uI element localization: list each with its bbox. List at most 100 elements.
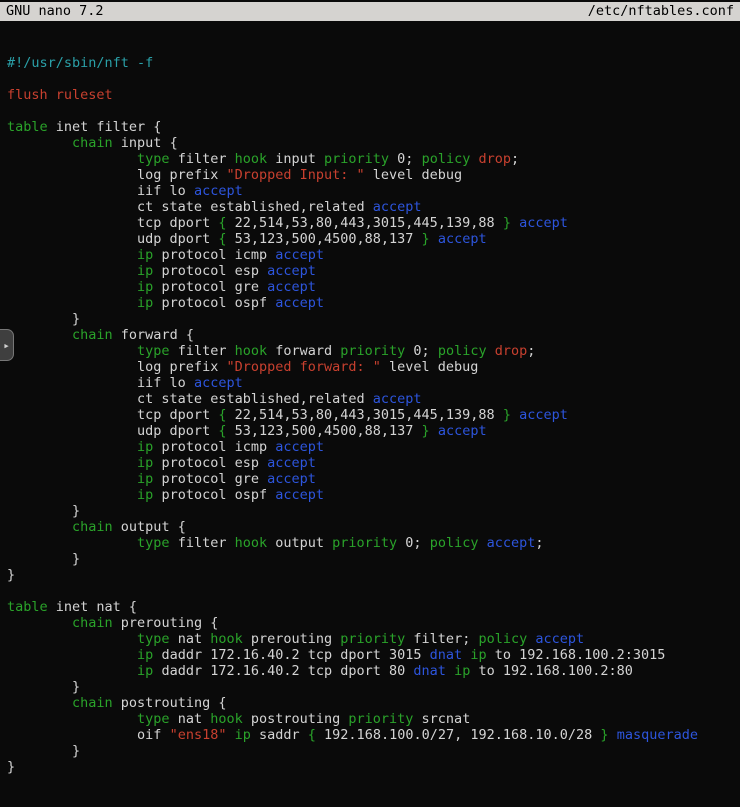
code-token: tcp dport bbox=[7, 407, 218, 423]
code-token: #!/usr/sbin/nft -f bbox=[7, 55, 153, 71]
code-line: chain input { bbox=[7, 135, 740, 151]
code-line: iif lo accept bbox=[7, 183, 740, 199]
code-token: "Dropped Input: " bbox=[226, 167, 364, 183]
code-line: } bbox=[7, 551, 740, 567]
code-token: accept bbox=[535, 631, 584, 647]
code-line: oif "ens18" ip saddr { 192.168.100.0/27,… bbox=[7, 727, 740, 743]
code-token: filter bbox=[170, 343, 235, 359]
terminal-window: { "titlebar": { "app": "GNU nano 7.2", "… bbox=[0, 0, 740, 749]
code-token bbox=[7, 439, 137, 455]
code-token: accept bbox=[519, 407, 568, 423]
code-token: priority bbox=[340, 343, 405, 359]
code-token: } bbox=[422, 423, 430, 439]
code-line: } bbox=[7, 679, 740, 695]
code-token bbox=[226, 727, 234, 743]
code-token: } bbox=[503, 215, 511, 231]
code-token bbox=[7, 647, 137, 663]
code-token: protocol esp bbox=[153, 263, 267, 279]
code-token: srcnat bbox=[413, 711, 470, 727]
file-path-label: /etc/nftables.conf bbox=[588, 2, 734, 21]
code-token bbox=[7, 519, 72, 535]
code-token: protocol gre bbox=[153, 279, 267, 295]
code-token bbox=[7, 631, 137, 647]
code-line: ip protocol gre accept bbox=[7, 471, 740, 487]
code-line: log prefix "Dropped Input: " level debug bbox=[7, 167, 740, 183]
code-token: 0; bbox=[405, 343, 438, 359]
code-token: accept bbox=[267, 263, 316, 279]
code-token: input { bbox=[113, 135, 178, 151]
code-token: policy bbox=[478, 631, 527, 647]
code-token bbox=[430, 231, 438, 247]
code-token: hook bbox=[235, 343, 268, 359]
code-token: ip bbox=[137, 455, 153, 471]
panel-toggle-handle[interactable]: ▸ bbox=[0, 329, 14, 361]
code-token: accept bbox=[267, 471, 316, 487]
code-token: protocol icmp bbox=[153, 247, 275, 263]
code-line: ip protocol icmp accept bbox=[7, 439, 740, 455]
code-line: ct state established,related accept bbox=[7, 199, 740, 215]
code-token: log prefix bbox=[7, 359, 226, 375]
code-token: flush ruleset bbox=[7, 87, 113, 103]
code-token: } bbox=[7, 503, 80, 519]
code-token: ip bbox=[137, 295, 153, 311]
code-token bbox=[7, 663, 137, 679]
code-token: priority bbox=[340, 631, 405, 647]
code-line: chain output { bbox=[7, 519, 740, 535]
code-token: 192.168.100.0/27, 192.168.10.0/28 bbox=[316, 727, 600, 743]
code-token bbox=[7, 615, 72, 631]
code-token: hook bbox=[210, 711, 243, 727]
code-token: filter bbox=[170, 151, 235, 167]
code-token: 0; bbox=[389, 151, 422, 167]
code-token: } bbox=[7, 551, 80, 567]
code-line: ct state established,related accept bbox=[7, 391, 740, 407]
nano-version-label: GNU nano 7.2 bbox=[6, 2, 104, 21]
code-token: dnat bbox=[413, 663, 446, 679]
code-token: ct state established,related bbox=[7, 199, 373, 215]
code-token: hook bbox=[235, 535, 268, 551]
code-token: inet filter { bbox=[48, 119, 162, 135]
code-token: policy bbox=[422, 151, 471, 167]
code-token: accept bbox=[275, 247, 324, 263]
code-token: forward bbox=[267, 343, 340, 359]
code-token: 53,123,500,4500,88,137 bbox=[226, 423, 421, 439]
code-line: tcp dport { 22,514,53,80,443,3015,445,13… bbox=[7, 215, 740, 231]
code-token: accept bbox=[275, 487, 324, 503]
code-token: drop bbox=[478, 151, 511, 167]
code-line: chain postrouting { bbox=[7, 695, 740, 711]
code-token: protocol ospf bbox=[153, 487, 275, 503]
code-token: accept bbox=[267, 279, 316, 295]
code-token: prerouting bbox=[243, 631, 341, 647]
code-line: #!/usr/sbin/nft -f bbox=[7, 55, 740, 71]
code-token: accept bbox=[194, 375, 243, 391]
code-token: type bbox=[137, 631, 170, 647]
code-line: ip daddr 172.16.40.2 tcp dport 80 dnat i… bbox=[7, 663, 740, 679]
code-token bbox=[7, 247, 137, 263]
code-token: iif lo bbox=[7, 183, 194, 199]
code-token bbox=[609, 727, 617, 743]
code-line: ip daddr 172.16.40.2 tcp dport 3015 dnat… bbox=[7, 647, 740, 663]
code-token bbox=[7, 327, 72, 343]
code-token: oif bbox=[7, 727, 170, 743]
code-token bbox=[7, 279, 137, 295]
code-token bbox=[7, 343, 137, 359]
code-token: ip bbox=[137, 263, 153, 279]
code-token: ct state established,related bbox=[7, 391, 373, 407]
code-token: hook bbox=[235, 151, 268, 167]
code-token: forward { bbox=[113, 327, 194, 343]
code-token: iif lo bbox=[7, 375, 194, 391]
nano-titlebar: GNU nano 7.2 /etc/nftables.conf bbox=[0, 2, 740, 21]
code-token: protocol icmp bbox=[153, 439, 275, 455]
code-line: type nat hook prerouting priority filter… bbox=[7, 631, 740, 647]
code-token bbox=[7, 711, 137, 727]
code-token: accept bbox=[275, 439, 324, 455]
code-token: ip bbox=[137, 247, 153, 263]
code-token: "Dropped forward: " bbox=[226, 359, 380, 375]
code-token: accept bbox=[194, 183, 243, 199]
code-token: to 192.168.100.2:3015 bbox=[487, 647, 666, 663]
code-token: chain bbox=[72, 519, 113, 535]
code-token bbox=[487, 343, 495, 359]
code-token: postrouting bbox=[243, 711, 349, 727]
code-token: 53,123,500,4500,88,137 bbox=[226, 231, 421, 247]
editor-buffer[interactable]: #!/usr/sbin/nft -fflush rulesettable ine… bbox=[0, 21, 740, 749]
code-line: chain prerouting { bbox=[7, 615, 740, 631]
